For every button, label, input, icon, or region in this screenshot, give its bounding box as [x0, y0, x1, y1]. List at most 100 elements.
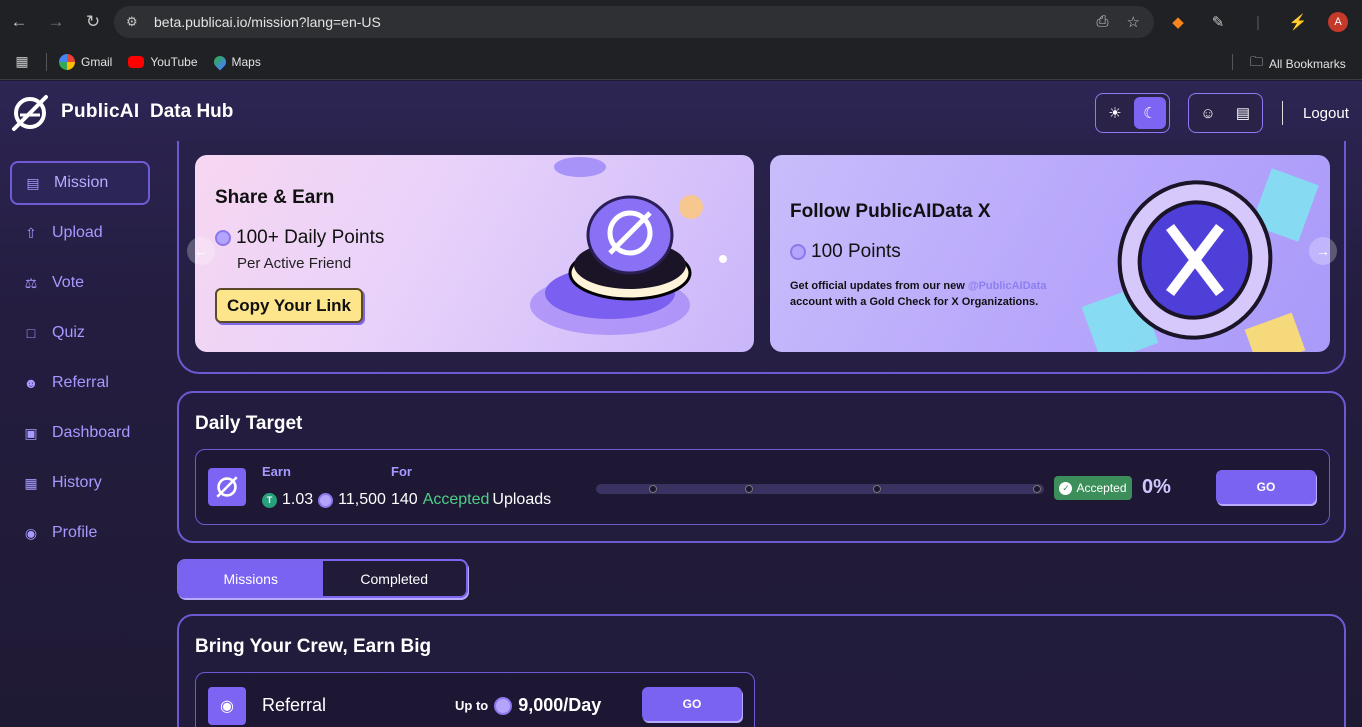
desc-prefix: Get official updates from our new: [790, 280, 968, 292]
points-coin-icon: [494, 696, 513, 715]
extensions-icon[interactable]: ✎: [1206, 10, 1230, 34]
earn-label: Earn: [262, 464, 291, 479]
bookmark-gmail[interactable]: Gmail: [59, 53, 113, 70]
sidebar-item-label: Quiz: [52, 324, 85, 341]
daily-target-row: Earn For T 1.03 11,500 140 Accepted Uplo…: [195, 449, 1330, 525]
dashboard-icon: ▣: [24, 424, 38, 441]
usdt-icon: T: [262, 492, 277, 508]
all-bookmarks[interactable]: 🗀 All Bookmarks: [1250, 53, 1346, 75]
address-bar[interactable]: ⚙ beta.publicai.io/mission?lang=en-US ⎙ …: [114, 6, 1154, 38]
x-handle-link[interactable]: @PublicAIData: [968, 280, 1047, 292]
bookmark-maps[interactable]: Maps: [211, 53, 261, 70]
daily-go-button[interactable]: GO: [1216, 470, 1316, 504]
points-line: 100 Points: [790, 241, 901, 263]
metamask-icon[interactable]: ◆: [1166, 10, 1190, 34]
quiz-icon: □: [26, 325, 36, 341]
reload-icon[interactable]: ↻: [75, 4, 111, 40]
sidebar-item-label: History: [52, 474, 102, 491]
accepted-badge: ✓ Accepted: [1054, 476, 1132, 500]
check-icon: ✓: [1059, 481, 1073, 495]
daily-target-panel: Daily Target Earn For T 1.03 11,500 140 …: [177, 391, 1346, 543]
light-mode-icon[interactable]: ☀: [1099, 97, 1131, 129]
folder-icon: 🗀: [1250, 54, 1264, 69]
x-illustration: [1081, 168, 1319, 352]
sidebar-item-profile[interactable]: ◉ Profile: [10, 511, 150, 555]
all-bookmarks-label: All Bookmarks: [1269, 57, 1346, 71]
publicai-logo-icon[interactable]: [10, 93, 50, 133]
for-uploads: Uploads: [492, 491, 552, 508]
sidebar-item-history[interactable]: ▦ History: [10, 461, 150, 505]
back-icon[interactable]: ←: [1, 4, 37, 40]
sidebar-item-upload[interactable]: ⇧ Upload: [10, 211, 150, 255]
bookmark-star-icon[interactable]: ☆: [1127, 13, 1140, 31]
publicai-logo-icon: [208, 468, 246, 506]
divider-icon: |: [1256, 13, 1260, 31]
card-title: Share & Earn: [215, 187, 335, 208]
url-text[interactable]: beta.publicai.io/mission?lang=en-US: [154, 14, 381, 30]
avatar[interactable]: A: [1328, 12, 1348, 32]
install-app-icon[interactable]: ⎙: [1097, 13, 1109, 31]
bookmark-divider: [46, 52, 47, 71]
sidebar-item-vote[interactable]: ⚖ Vote: [10, 261, 150, 305]
forward-icon[interactable]: →: [38, 4, 74, 40]
copy-link-button[interactable]: Copy Your Link: [215, 288, 363, 323]
bookmarks-bar: ▦ Gmail YouTube Maps 🗀 All Bookmarks: [0, 44, 1362, 80]
carousel-prev-icon[interactable]: ←: [187, 237, 215, 265]
share-earn-card[interactable]: Share & Earn 100+ Daily Points Per Activ…: [195, 155, 754, 352]
logout-link[interactable]: Logout: [1303, 105, 1349, 122]
referral-mission-row: ◉ Referral Up to 9,000/Day GO: [195, 672, 755, 727]
progress-marker: [1033, 485, 1041, 493]
sidebar-item-label: Upload: [52, 224, 103, 241]
progress-marker: [873, 485, 881, 493]
clipboard-icon: ▤: [26, 174, 40, 191]
support-icon[interactable]: ☺: [1192, 97, 1224, 129]
bookmark-label: Gmail: [81, 54, 113, 69]
sidebar-item-label: Referral: [52, 374, 109, 391]
document-icon[interactable]: ▤: [1227, 97, 1259, 129]
earn-values: T 1.03 11,500: [262, 491, 386, 509]
card-subtitle: Per Active Friend: [237, 255, 352, 272]
referral-add-icon: ◉: [208, 687, 246, 725]
points-text: 100 Points: [811, 241, 901, 262]
youtube-icon: [128, 55, 145, 68]
crew-panel: Bring Your Crew, Earn Big ◉ Referral Up …: [177, 614, 1346, 727]
progress-track: [596, 484, 1044, 494]
sidebar-item-label: Mission: [54, 174, 109, 191]
for-count: 140: [391, 491, 418, 508]
google-icon: [59, 53, 75, 70]
sidebar: ▤ Mission ⇧ Upload ⚖ Vote □ Quiz ☻ Refer…: [10, 161, 150, 561]
follow-x-card[interactable]: Follow PublicAIData X 100 Points Get off…: [770, 155, 1330, 352]
tools-group: ☺ ▤: [1188, 93, 1263, 133]
badge-label: Accepted: [1076, 481, 1127, 495]
sidebar-item-referral[interactable]: ☻ Referral: [10, 361, 150, 405]
share-illustration: [530, 157, 727, 335]
earn-usdt: 1.03: [282, 491, 314, 508]
brand-name: PublicAI: [61, 101, 140, 122]
maps-pin-icon: [211, 53, 228, 70]
performance-icon[interactable]: ⚡: [1286, 10, 1310, 34]
site-settings-icon[interactable]: ⚙: [126, 14, 148, 30]
profile-icon: ◉: [24, 524, 38, 541]
referral-icon: ☻: [23, 375, 39, 391]
for-accepted: Accepted: [422, 491, 490, 508]
up-to-label: Up to: [455, 698, 489, 713]
banner-carousel: Share & Earn 100+ Daily Points Per Activ…: [177, 141, 1346, 374]
header-divider: [1282, 101, 1283, 125]
theme-toggle: ☀ ☾: [1095, 93, 1170, 133]
bookmark-youtube[interactable]: YouTube: [128, 55, 198, 69]
sidebar-item-mission[interactable]: ▤ Mission: [10, 161, 150, 205]
profile-avatar[interactable]: A: [1326, 10, 1350, 34]
apps-grid-icon[interactable]: ▦: [4, 44, 40, 80]
sidebar-item-dashboard[interactable]: ▣ Dashboard: [10, 411, 150, 455]
reward-amount: 9,000/Day: [518, 695, 602, 715]
referral-go-button[interactable]: GO: [642, 687, 742, 721]
sidebar-item-quiz[interactable]: □ Quiz: [10, 311, 150, 355]
carousel-next-icon[interactable]: →: [1309, 237, 1337, 265]
mission-label: Referral: [262, 695, 327, 715]
tab-completed[interactable]: Completed: [323, 561, 467, 596]
dark-mode-icon[interactable]: ☾: [1134, 97, 1166, 129]
tab-missions[interactable]: Missions: [179, 561, 323, 596]
app-header: PublicAI Data Hub ☀ ☾ ☺ ▤ Logout: [0, 81, 1362, 145]
reward-info: Up to 9,000/Day: [455, 695, 601, 716]
app-root: PublicAI Data Hub ☀ ☾ ☺ ▤ Logout ▤ Missi…: [0, 81, 1362, 727]
